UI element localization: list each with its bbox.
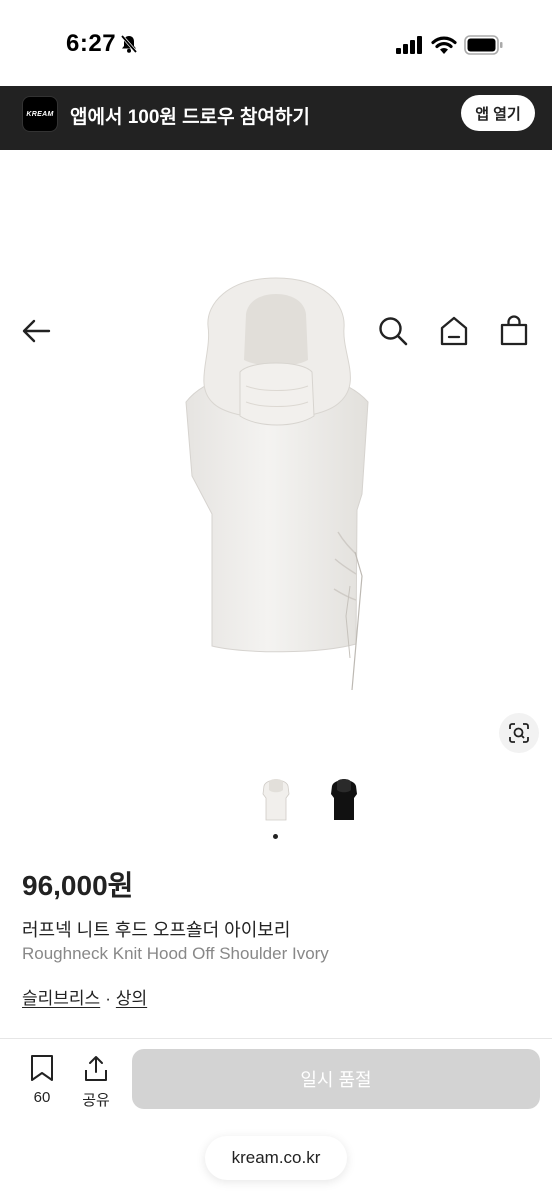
bookmark-button[interactable]: 60 — [24, 1054, 60, 1106]
brand-link[interactable]: 슬리브리스 — [22, 989, 100, 1008]
product-name-korean: 러프넥 니트 후드 오프숄더 아이보리 — [22, 920, 291, 940]
breadcrumb: 슬리브리스 · 상의 — [22, 984, 147, 1009]
banner-text: 앱에서 100원 드로우 참여하기 — [70, 107, 310, 128]
category-link[interactable]: 상의 — [116, 989, 147, 1008]
carousel-indicator — [273, 834, 278, 839]
bell-slash-icon — [120, 34, 138, 54]
product-image[interactable] — [0, 214, 552, 754]
status-bar: 6:27 — [0, 0, 552, 86]
bookmark-count: 60 — [33, 1089, 51, 1106]
bookmark-icon — [31, 1055, 53, 1081]
kream-logo: KREAM — [22, 96, 58, 132]
browser-url-bar[interactable]: kream.co.kr — [205, 1136, 347, 1180]
thumbnail-black[interactable] — [324, 772, 364, 824]
cellular-signal-icon — [396, 36, 422, 54]
product-name-english: Roughneck Knit Hood Off Shoulder Ivory — [22, 944, 329, 963]
share-icon — [85, 1056, 107, 1081]
share-button[interactable]: 공유 — [78, 1054, 114, 1110]
status-time: 6:27 — [66, 30, 117, 57]
wifi-icon — [431, 36, 457, 54]
image-search-button[interactable] — [499, 713, 539, 753]
breadcrumb-separator: · — [105, 989, 111, 1008]
lens-icon — [509, 723, 529, 743]
battery-icon — [464, 35, 503, 55]
thumbnail-ivory[interactable] — [256, 772, 296, 824]
open-app-button[interactable]: 앱 열기 — [461, 95, 535, 131]
sold-out-button[interactable]: 일시 품절 — [132, 1049, 540, 1109]
nav-bar — [0, 150, 552, 346]
product-price: 96,000원 — [22, 870, 134, 901]
share-label: 공유 — [82, 1092, 110, 1109]
